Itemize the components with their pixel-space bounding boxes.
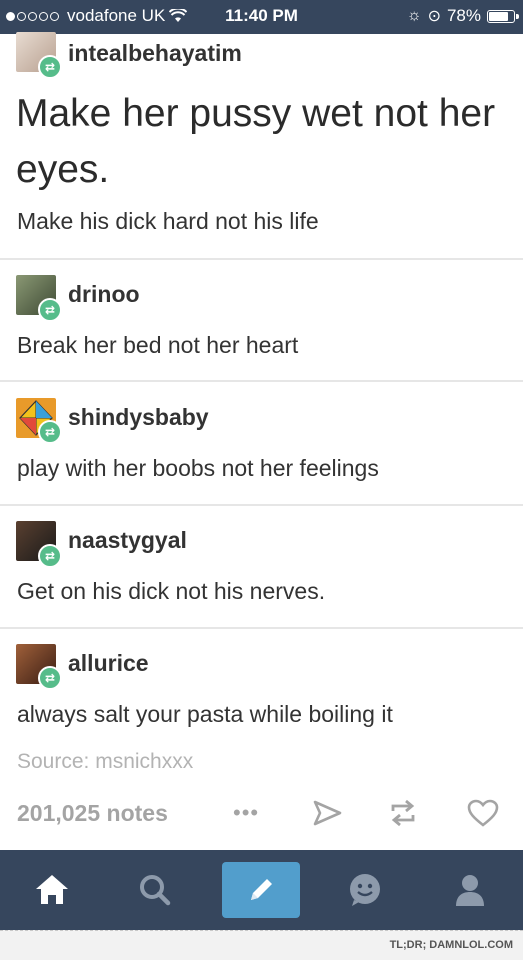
notes-count[interactable]: 201,025 notes [17,800,168,827]
post-text: Break her bed not her heart [17,332,299,358]
bottom-strip: TL;DR; DAMNLOL.COM [0,930,523,960]
divider [0,258,523,260]
share-icon[interactable] [310,796,344,830]
post-username[interactable]: naastygyal [68,527,187,554]
post-source-link[interactable]: Source: msnichxxx [17,750,193,774]
reblog-badge-icon: ⇄ [38,420,62,444]
tab-messages[interactable] [343,868,387,912]
reblog-badge-icon: ⇄ [38,55,62,79]
reblog-badge-icon: ⇄ [38,666,62,690]
rotation-lock-icon: ⊙ [427,8,441,25]
divider [0,627,523,629]
battery-percent: 78% [446,6,481,25]
bottom-tab-bar [0,850,523,930]
home-icon [36,875,68,904]
reblog-badge-icon: ⇄ [38,544,62,568]
compose-button[interactable] [222,862,300,918]
messages-icon [350,874,380,906]
post-username[interactable]: allurice [68,650,149,677]
post-username[interactable]: intealbehayatim [68,40,242,67]
reblog-badge-icon: ⇄ [38,298,62,322]
watermark: TL;DR; DAMNLOL.COM [389,939,513,951]
compose-icon [251,879,272,900]
post-text: always salt your pasta while boiling it [17,701,393,727]
like-icon[interactable] [466,796,500,830]
tab-account[interactable] [448,868,492,912]
post-username[interactable]: drinoo [68,281,140,308]
post-text: Make his dick hard not his life [17,208,319,234]
reblog-icon[interactable] [386,796,420,830]
status-bar: vodafone UK 11:40 PM ☼ ⊙ 78% [0,0,523,34]
brightness-icon: ☼ [406,7,422,24]
account-icon [456,875,484,906]
post-username[interactable]: shindysbaby [68,404,209,431]
more-options-icon[interactable]: ••• [233,800,259,826]
divider [0,504,523,506]
tab-home[interactable] [30,868,74,912]
divider [0,380,523,382]
post-text: Get on his dick not his nerves. [17,578,326,604]
status-right: ☼ ⊙ 78% [406,6,519,26]
post-footer: 201,025 notes ••• [0,790,523,838]
post-headline: Make her pussy wet not her eyes. [16,92,496,191]
post-text: play with her boobs not her feelings [17,455,379,481]
battery-icon [487,9,519,23]
search-icon [140,875,171,906]
tab-search[interactable] [133,868,177,912]
